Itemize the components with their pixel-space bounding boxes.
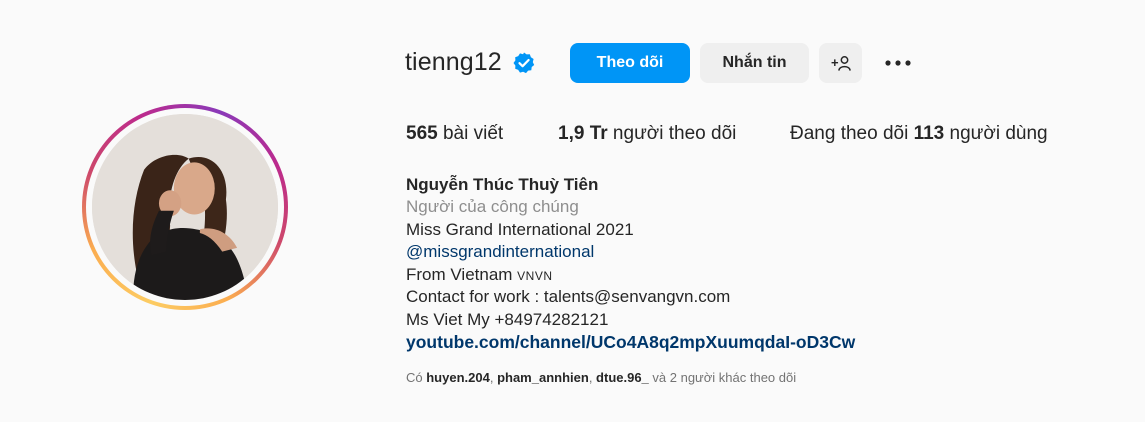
followed-by-suffix: và 2 người khác theo dõi bbox=[648, 370, 797, 385]
bio-line-title: Miss Grand International 2021 bbox=[406, 220, 634, 239]
more-options-icon bbox=[885, 60, 911, 66]
avatar[interactable] bbox=[92, 114, 278, 300]
svg-text:+: + bbox=[831, 55, 839, 70]
followed-by-line[interactable]: Có huyen.204, pham_annhien, dtue.96_ và … bbox=[406, 370, 796, 385]
followed-by-user: huyen.204 bbox=[426, 370, 490, 385]
following-prefix: Đang theo dõi bbox=[790, 123, 914, 144]
suggest-user-button[interactable]: + bbox=[819, 43, 862, 83]
more-options-button[interactable] bbox=[880, 48, 916, 78]
profile-avatar-story-ring[interactable] bbox=[82, 104, 288, 310]
flag-text: VNVN bbox=[517, 269, 553, 283]
bio-contact-line: Contact for work : talents@senvangvn.com bbox=[406, 287, 731, 306]
following-count: 113 bbox=[913, 123, 945, 144]
followed-by-prefix: Có bbox=[406, 370, 427, 385]
followed-by-separator: , bbox=[588, 370, 597, 385]
bio-external-link[interactable]: youtube.com/channel/UCo4A8q2mpXuumqdaI-o… bbox=[406, 331, 855, 354]
avatar-photo-illustration bbox=[92, 114, 278, 300]
profile-category: Người của công chúng bbox=[406, 197, 579, 216]
profile-full-name: Nguyễn Thúc Thuỳ Tiên bbox=[406, 175, 599, 194]
followers-count: 1,9 Tr bbox=[558, 123, 608, 144]
verified-badge-icon bbox=[513, 52, 535, 74]
follow-button[interactable]: Theo dõi bbox=[570, 43, 690, 83]
add-user-icon: + bbox=[831, 55, 851, 71]
followed-by-user: dtue.96_ bbox=[596, 370, 649, 385]
following-suffix: người dùng bbox=[944, 123, 1048, 144]
followers-label: người theo dõi bbox=[607, 123, 737, 144]
followers-count-stat[interactable]: 1,9 Tr người theo dõi bbox=[558, 123, 736, 145]
posts-label: bài viết bbox=[437, 123, 504, 144]
bio-phone-line: Ms Viet My +84974282121 bbox=[406, 310, 609, 329]
message-button[interactable]: Nhắn tin bbox=[700, 43, 809, 83]
profile-page: tienng12 Theo dõi Nhắn tin + 565 bài viế… bbox=[0, 0, 1145, 422]
bio-from-line: From Vietnam VNVN bbox=[406, 264, 553, 288]
following-count-stat[interactable]: Đang theo dõi 113 người dùng bbox=[790, 123, 1048, 145]
followed-by-user: pham_annhien bbox=[497, 370, 589, 385]
bio-from-text: From Vietnam bbox=[406, 265, 518, 284]
posts-count-stat: 565 bài viết bbox=[406, 123, 503, 145]
posts-count: 565 bbox=[406, 123, 438, 144]
profile-username: tienng12 bbox=[405, 48, 502, 76]
followed-by-separator: , bbox=[489, 370, 498, 385]
avatar-gap bbox=[86, 108, 284, 306]
bio-mention-link[interactable]: @missgrandinternational bbox=[406, 241, 594, 264]
